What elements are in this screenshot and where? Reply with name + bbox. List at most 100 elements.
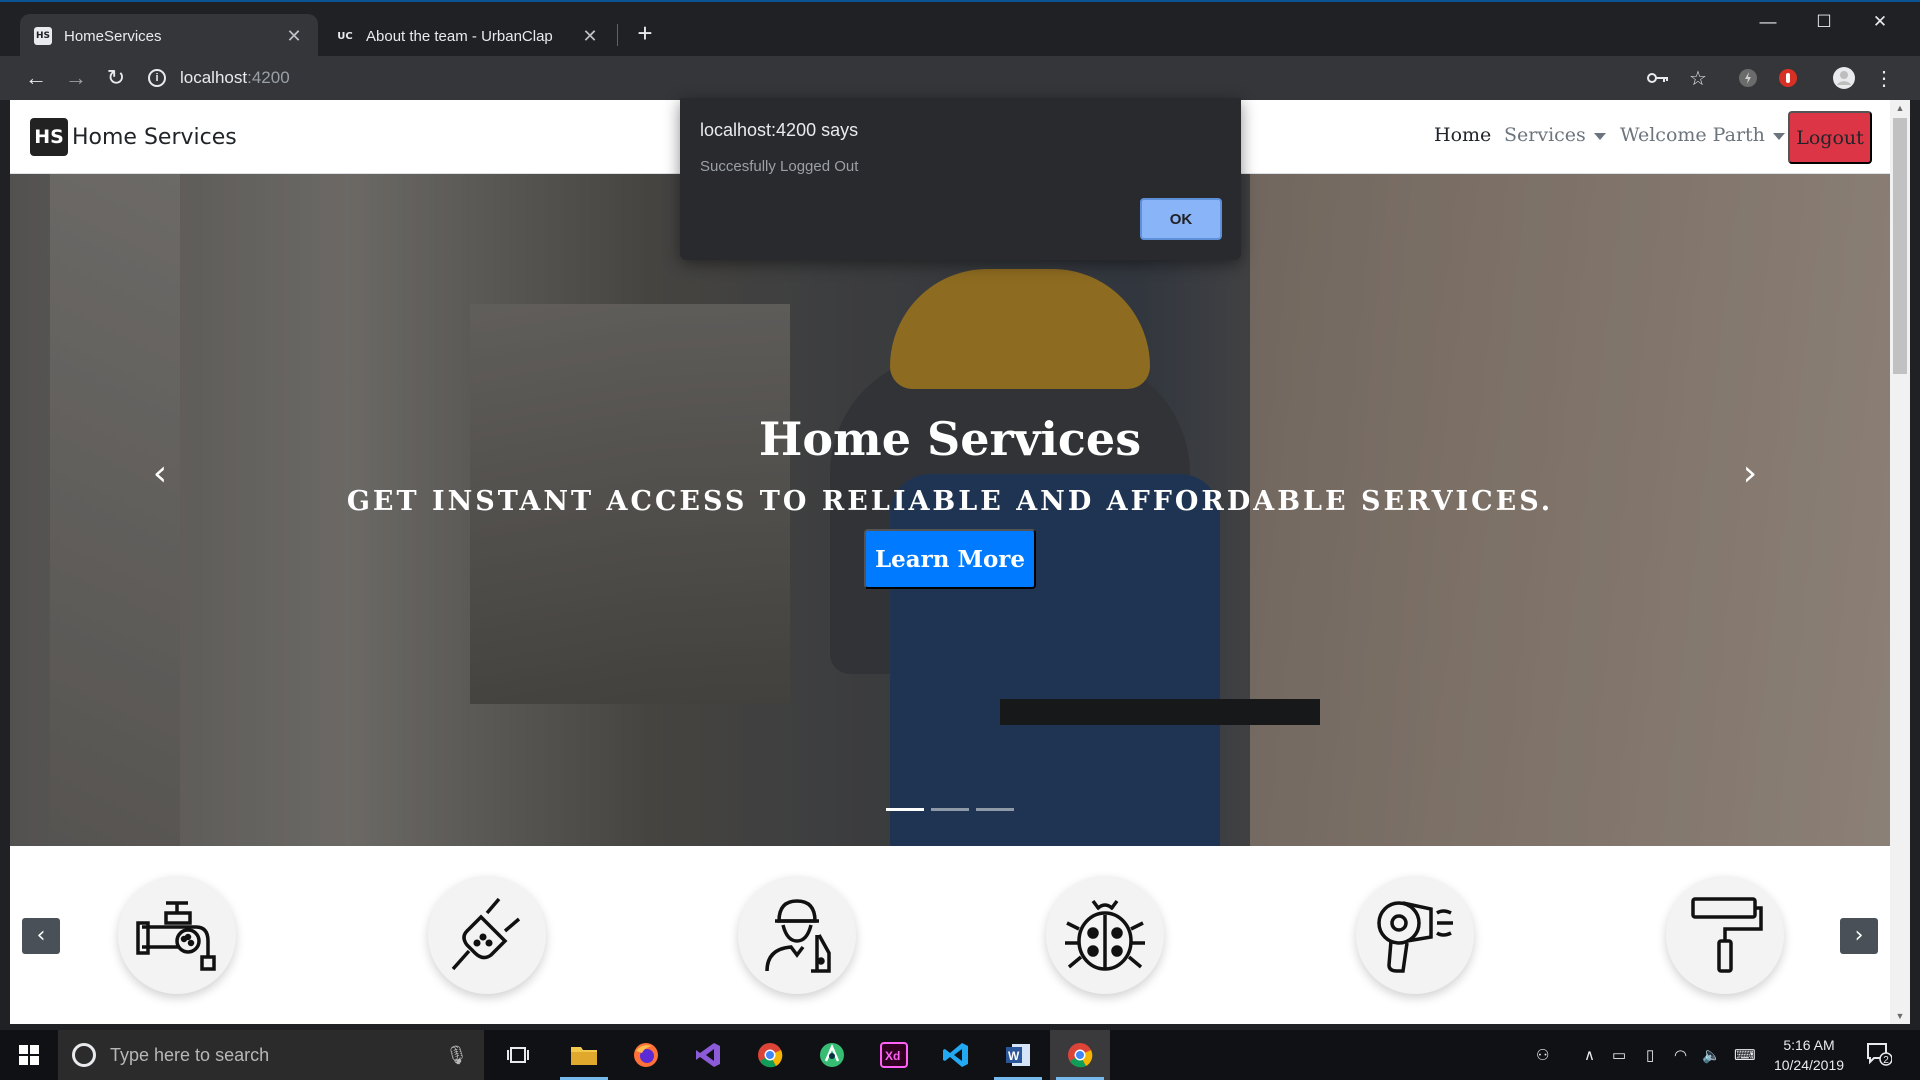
- tab-urbanclap[interactable]: UC About the team - UrbanClap ✕: [322, 14, 614, 58]
- chrome-icon[interactable]: [740, 1030, 800, 1080]
- carousel-subtitle: GET INSTANT ACCESS TO RELIABLE AND AFFOR…: [346, 486, 1554, 517]
- service-pest-control[interactable]: [1046, 876, 1164, 994]
- hero-carousel: ‹ › Home Services GET INSTANT ACCESS TO …: [10, 174, 1890, 846]
- alert-message: Succesfully Logged Out: [700, 158, 859, 175]
- nav-link-home[interactable]: Home: [1434, 124, 1491, 146]
- maximize-icon[interactable]: ☐: [1796, 6, 1852, 38]
- screen: HS HomeServices ✕ UC About the team - Ur…: [0, 0, 1920, 1080]
- nav-link-user-menu[interactable]: Welcome Parth: [1620, 124, 1785, 146]
- cortana-icon: [72, 1043, 96, 1067]
- address-bar[interactable]: i localhost:4200: [148, 62, 1692, 94]
- show-hidden-icons-icon[interactable]: ∧: [1584, 1030, 1595, 1080]
- tab-divider: [617, 24, 618, 46]
- word-icon[interactable]: W: [988, 1030, 1048, 1080]
- service-electrical[interactable]: [428, 876, 546, 994]
- taskbar-search[interactable]: Type here to search 🎙: [58, 1030, 484, 1080]
- vscode-icon[interactable]: [926, 1030, 986, 1080]
- firefox-icon[interactable]: [616, 1030, 676, 1080]
- window-right-edge: [1910, 100, 1920, 1024]
- worker-tools-icon: [765, 899, 831, 973]
- action-center-icon[interactable]: 2: [1866, 1042, 1893, 1066]
- browser-tab-strip: HS HomeServices ✕ UC About the team - Ur…: [0, 0, 1920, 58]
- android-studio-icon[interactable]: [802, 1030, 862, 1080]
- adobe-xd-icon[interactable]: Xd: [864, 1030, 924, 1080]
- paint-roller-icon: [1691, 897, 1763, 973]
- brand[interactable]: HS Home Services: [30, 118, 237, 156]
- services-carousel: ‹ ›: [10, 846, 1890, 1024]
- clock-date: 10/24/2019: [1773, 1057, 1845, 1073]
- service-painting[interactable]: [1666, 876, 1784, 994]
- browser-toolbar: ← → ↻ i localhost:4200 ☆ ⋮: [0, 56, 1920, 100]
- brand-name: Home Services: [72, 124, 237, 150]
- service-handyman[interactable]: [738, 876, 856, 994]
- people-icon[interactable]: ⚇: [1536, 1030, 1549, 1080]
- alert-ok-button[interactable]: OK: [1140, 198, 1222, 240]
- microphone-icon[interactable]: 🎙: [445, 1045, 468, 1066]
- usb-device-icon[interactable]: ▯: [1646, 1030, 1654, 1080]
- scroll-up-icon[interactable]: ▲: [1890, 100, 1910, 116]
- search-placeholder: Type here to search: [110, 1044, 270, 1065]
- taskbar-clock[interactable]: 5:16 AM 10/24/2019: [1768, 1035, 1850, 1075]
- task-view-icon[interactable]: [488, 1030, 548, 1080]
- services-prev-button[interactable]: ‹: [22, 918, 60, 954]
- windows-start-icon[interactable]: [0, 1030, 58, 1080]
- alert-title: localhost:4200 says: [700, 120, 859, 140]
- wifi-icon[interactable]: ◠: [1674, 1030, 1687, 1080]
- close-window-icon[interactable]: ✕: [1852, 6, 1908, 38]
- site-info-icon[interactable]: i: [148, 69, 166, 87]
- close-tab-icon[interactable]: ✕: [580, 26, 600, 47]
- back-icon[interactable]: ←: [20, 62, 52, 94]
- urbanclap-favicon-icon: UC: [337, 30, 353, 42]
- carousel-indicator[interactable]: [886, 808, 924, 811]
- battery-icon[interactable]: ▭: [1612, 1030, 1626, 1080]
- carousel-indicator[interactable]: [976, 808, 1014, 811]
- ladybug-pest-control-icon: [1065, 899, 1145, 971]
- homeservices-favicon-icon: HS: [34, 27, 52, 45]
- nav-link-services[interactable]: Services: [1504, 124, 1606, 146]
- file-explorer-icon[interactable]: [554, 1030, 614, 1080]
- service-plumbing[interactable]: [118, 876, 236, 994]
- windows-taskbar: Type here to search 🎙 Xd W ⚇ ∧ ▭ ▯ ◠ 🔈 ⌨…: [0, 1030, 1920, 1080]
- alert-dialog: localhost:4200 says Succesfully Logged O…: [680, 98, 1241, 260]
- visual-studio-icon[interactable]: [678, 1030, 738, 1080]
- tab-homeservices[interactable]: HS HomeServices ✕: [20, 14, 318, 58]
- close-tab-icon[interactable]: ✕: [284, 26, 304, 47]
- notification-count: 2: [1883, 1055, 1889, 1066]
- plumbing-faucet-icon: [136, 901, 216, 971]
- svg-text:W: W: [1008, 1049, 1020, 1063]
- svg-text:Xd: Xd: [885, 1049, 900, 1063]
- chevron-down-icon: [1772, 132, 1785, 140]
- carousel-indicators: [10, 808, 1890, 811]
- scroll-down-icon[interactable]: ▼: [1890, 1008, 1910, 1024]
- clock-time: 5:16 AM: [1783, 1037, 1835, 1053]
- new-tab-button[interactable]: +: [632, 18, 658, 48]
- page-scrollbar[interactable]: ▲ ▼: [1890, 100, 1910, 1024]
- carousel-title: Home Services: [758, 412, 1142, 466]
- services-next-button[interactable]: ›: [1840, 918, 1878, 954]
- brand-logo: HS: [30, 118, 68, 156]
- volume-icon[interactable]: 🔈: [1702, 1030, 1721, 1080]
- learn-more-button[interactable]: Learn More: [864, 529, 1036, 589]
- carousel-indicator[interactable]: [931, 808, 969, 811]
- tab-title: HomeServices: [64, 27, 162, 45]
- bookmark-star-icon[interactable]: ☆: [1686, 66, 1710, 90]
- keyboard-icon[interactable]: ⌨: [1734, 1030, 1756, 1080]
- window-left-edge: [0, 100, 10, 1024]
- chrome-active-icon[interactable]: [1050, 1030, 1110, 1080]
- tab-title: About the team - UrbanClap: [366, 27, 553, 45]
- address-url: localhost:4200: [180, 68, 290, 87]
- adblock-extension-icon[interactable]: [1776, 66, 1800, 90]
- profile-avatar-icon[interactable]: [1832, 66, 1856, 90]
- service-salon[interactable]: [1356, 876, 1474, 994]
- extension-icon[interactable]: [1736, 66, 1760, 90]
- minimize-icon[interactable]: —: [1740, 6, 1796, 38]
- hair-dryer-icon: [1377, 901, 1453, 973]
- logout-button[interactable]: Logout: [1788, 111, 1872, 164]
- key-icon[interactable]: [1646, 66, 1670, 90]
- electric-plug-icon: [451, 897, 521, 971]
- scrollbar-thumb[interactable]: [1893, 118, 1907, 374]
- chevron-down-icon: [1593, 132, 1606, 140]
- browser-menu-icon[interactable]: ⋮: [1872, 66, 1896, 90]
- forward-icon[interactable]: →: [60, 62, 92, 94]
- reload-icon[interactable]: ↻: [100, 62, 132, 94]
